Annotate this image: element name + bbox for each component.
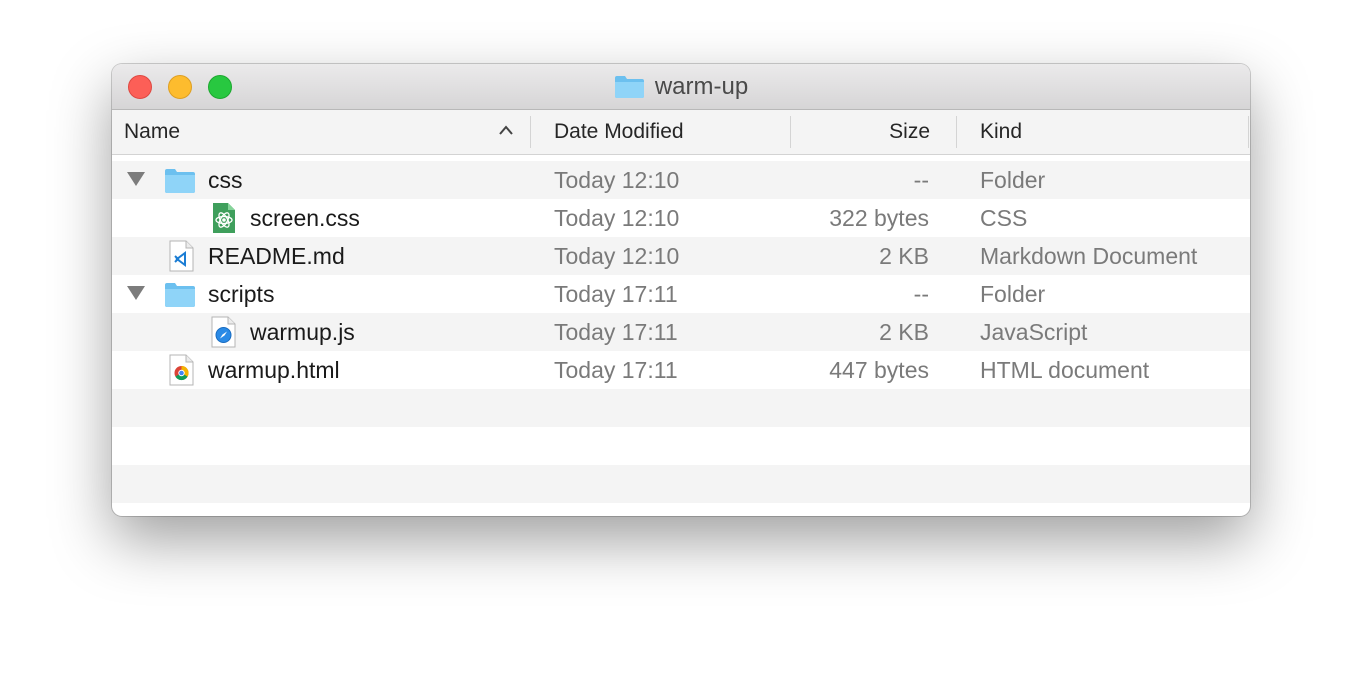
file-kind: Markdown Document <box>980 242 1198 269</box>
column-divider[interactable] <box>1248 116 1249 148</box>
vscode-document-icon <box>166 240 198 272</box>
empty-row <box>112 389 1250 427</box>
disclosure-triangle-icon[interactable] <box>127 286 145 300</box>
file-name: screen.css <box>250 204 360 231</box>
chrome-document-icon <box>166 354 198 386</box>
file-size: 447 bytes <box>829 356 929 383</box>
file-size: 2 KB <box>879 242 929 269</box>
column-date-label: Date Modified <box>554 120 684 143</box>
file-name: scripts <box>208 280 275 307</box>
file-row-scripts[interactable]: scripts Today 17:11 -- Folder <box>112 275 1250 313</box>
file-row-css[interactable]: css Today 12:10 -- Folder <box>112 161 1250 199</box>
empty-row <box>112 427 1250 465</box>
column-divider[interactable] <box>530 116 531 148</box>
file-row-warmup-html[interactable]: warmup.html Today 17:11 447 bytes HTML d… <box>112 351 1250 389</box>
column-size-label: Size <box>889 120 930 143</box>
file-kind: Folder <box>980 280 1046 307</box>
column-header-kind[interactable]: Kind <box>980 110 1240 154</box>
file-name: README.md <box>208 242 345 269</box>
file-date: Today 12:10 <box>554 242 680 269</box>
column-name-label: Name <box>124 120 181 143</box>
column-divider[interactable] <box>790 116 791 148</box>
safari-document-icon <box>208 316 240 348</box>
disclosure-triangle-icon[interactable] <box>127 172 145 186</box>
file-date: Today 12:10 <box>554 204 680 231</box>
column-header-bar: Name Date Modified Size Kind <box>112 110 1250 155</box>
folder-icon <box>614 74 645 99</box>
window-title: warm-up <box>112 64 1250 109</box>
file-size: -- <box>913 280 929 307</box>
file-kind: CSS <box>980 204 1028 231</box>
file-list: css Today 12:10 -- Folder screen.css Tod… <box>112 161 1250 503</box>
file-size: 2 KB <box>879 318 929 345</box>
file-row-readme[interactable]: README.md Today 12:10 2 KB Markdown Docu… <box>112 237 1250 275</box>
file-date: Today 12:10 <box>554 166 680 193</box>
empty-row <box>112 465 1250 503</box>
file-size: 322 bytes <box>829 204 929 231</box>
file-kind: Folder <box>980 166 1046 193</box>
column-header-date[interactable]: Date Modified <box>554 110 784 154</box>
file-size: -- <box>913 166 929 193</box>
sort-ascending-icon[interactable] <box>498 123 514 141</box>
window-title-text: warm-up <box>654 72 749 100</box>
finder-window: warm-up Name Date Modified Size Kind css… <box>112 64 1250 516</box>
file-name: warmup.html <box>208 356 340 383</box>
folder-icon <box>164 164 196 196</box>
title-bar[interactable]: warm-up <box>112 64 1250 110</box>
file-name: css <box>208 166 243 193</box>
file-name: warmup.js <box>250 318 355 345</box>
file-date: Today 17:11 <box>554 356 678 383</box>
file-date: Today 17:11 <box>554 318 678 345</box>
column-kind-label: Kind <box>980 120 1023 143</box>
column-header-name[interactable]: Name <box>124 110 530 154</box>
column-header-size[interactable]: Size <box>792 110 930 154</box>
file-row-warmup-js[interactable]: warmup.js Today 17:11 2 KB JavaScript <box>112 313 1250 351</box>
file-kind: JavaScript <box>980 318 1088 345</box>
folder-icon <box>164 278 196 310</box>
file-date: Today 17:11 <box>554 280 678 307</box>
column-divider[interactable] <box>956 116 957 148</box>
file-row-screen-css[interactable]: screen.css Today 12:10 322 bytes CSS <box>112 199 1250 237</box>
atom-css-icon <box>208 202 240 234</box>
file-kind: HTML document <box>980 356 1150 383</box>
